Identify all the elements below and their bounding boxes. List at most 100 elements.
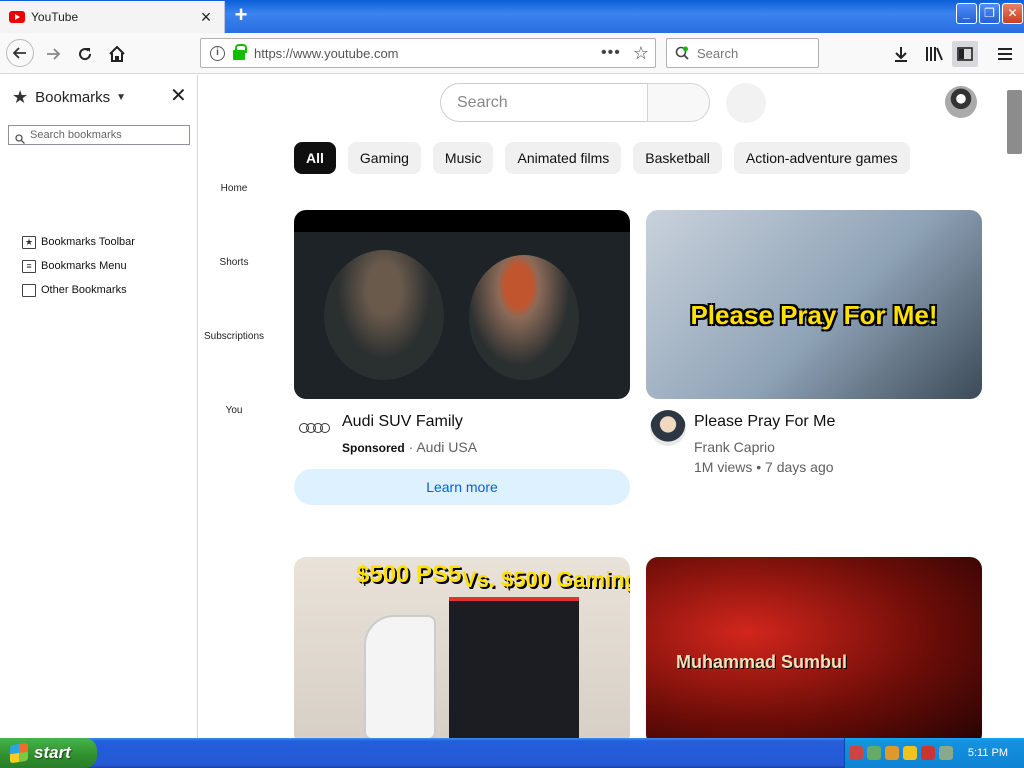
thumbnail-caption: Muhammad Sumbul	[676, 652, 848, 672]
rail-home[interactable]: Home	[199, 183, 269, 194]
bookmarks-search-input[interactable]	[30, 129, 180, 141]
volume-icon[interactable]	[939, 746, 953, 760]
rail-subscriptions[interactable]: Subscriptions	[199, 331, 269, 342]
account-avatar[interactable]	[945, 86, 977, 118]
browser-search-box[interactable]	[666, 38, 819, 68]
bookmark-item-other[interactable]: Other Bookmarks	[22, 282, 127, 298]
bookmark-item-menu[interactable]: ≡ Bookmarks Menu	[22, 258, 127, 274]
learn-more-button[interactable]: Learn more	[294, 469, 630, 505]
home-icon[interactable]	[104, 41, 130, 67]
sponsored-label: Sponsored	[342, 441, 405, 455]
rail-shorts[interactable]: Shorts	[199, 257, 269, 268]
network-icon[interactable]	[849, 746, 863, 760]
reload-icon[interactable]	[72, 41, 98, 67]
youtube-search-box[interactable]	[440, 83, 647, 122]
audi-logo-icon[interactable]	[298, 410, 334, 446]
browser-search-input[interactable]	[697, 45, 807, 61]
scrollbar-thumb[interactable]	[1007, 90, 1022, 154]
video-thumbnail[interactable]: Please Pray For Me!	[646, 210, 982, 399]
bookmark-star-icon[interactable]: ☆	[633, 43, 649, 64]
chip-animated-films[interactable]: Animated films	[505, 142, 622, 174]
search-icon	[15, 131, 25, 144]
bookmark-item-label: Bookmarks Toolbar	[41, 236, 135, 248]
video-thumbnail[interactable]: Muhammad Sumbul	[646, 557, 982, 738]
folder-icon	[22, 283, 36, 297]
guide-rail: Home Shorts Subscriptions You	[199, 75, 269, 738]
youtube-page: Home Shorts Subscriptions You All Gaming…	[199, 75, 1024, 738]
tab-youtube[interactable]: YouTube ×	[0, 1, 225, 33]
chevron-down-icon: ▼	[116, 91, 127, 103]
video-thumbnail[interactable]	[294, 210, 630, 399]
bookmark-item-label: Bookmarks Menu	[41, 260, 127, 272]
network-icon[interactable]	[867, 746, 881, 760]
maximize-button[interactable]: ❐	[979, 3, 1000, 24]
rail-you[interactable]: You	[199, 405, 269, 416]
navigation-toolbar: i https://www.youtube.com ••• ☆	[0, 33, 1024, 74]
system-tray: 5:11 PM	[844, 738, 1024, 768]
clock[interactable]: 5:11 PM	[968, 747, 1008, 759]
security-icon[interactable]	[885, 746, 899, 760]
channel-name[interactable]: Audi USA	[416, 439, 477, 455]
video-card: $500 PS5 Vs. $500 Gaming PC	[294, 557, 630, 738]
bookmarks-menu-icon: ≡	[22, 259, 36, 273]
sidebar-close-icon[interactable]: ✕	[170, 85, 187, 107]
bookmarks-sidebar: ★ Bookmarks ▼ ✕ ★ Bookmarks Toolbar ≡ Bo…	[0, 75, 198, 738]
video-card-ad: Audi SUV Family Sponsored · Audi USA Lea…	[294, 210, 630, 510]
start-label: start	[34, 743, 71, 762]
new-tab-icon[interactable]: +	[230, 4, 252, 27]
gaming-pc-shape	[449, 597, 579, 738]
thumbnail-caption: Please Pray For Me!	[690, 300, 938, 330]
bookmarks-star-icon: ★	[12, 86, 29, 107]
video-title[interactable]: Please Pray For Me	[694, 413, 835, 431]
page-actions-icon[interactable]: •••	[601, 44, 621, 62]
ps5-console-shape	[364, 615, 436, 738]
youtube-search-input[interactable]	[457, 93, 637, 112]
video-meta: Sponsored · Audi USA	[342, 439, 477, 455]
url-bar[interactable]: i https://www.youtube.com ••• ☆	[200, 38, 656, 68]
close-window-button[interactable]: ✕	[1002, 3, 1023, 24]
video-thumbnail[interactable]: $500 PS5 Vs. $500 Gaming PC	[294, 557, 630, 738]
thumbnail-caption: $500 PS5	[356, 561, 462, 588]
lock-icon	[233, 44, 247, 60]
channel-avatar[interactable]	[650, 410, 686, 446]
hamburger-menu-icon[interactable]	[992, 41, 1018, 67]
site-info-icon[interactable]: i	[210, 45, 225, 61]
video-stats: 1M views • 7 days ago	[694, 459, 834, 475]
chip-all[interactable]: All	[294, 142, 336, 174]
bookmarks-title: Bookmarks	[35, 88, 111, 106]
minimize-button[interactable]: _	[956, 3, 977, 24]
title-bar: YouTube × + _ ❐ ✕	[0, 0, 1024, 33]
bookmarks-search-box[interactable]	[8, 125, 190, 145]
back-icon[interactable]	[6, 39, 34, 67]
taskbar: start 5:11 PM	[0, 738, 1024, 768]
search-icon	[675, 46, 689, 60]
filter-chips: All Gaming Music Animated films Basketba…	[294, 142, 922, 174]
bookmarks-header[interactable]: ★ Bookmarks ▼	[12, 87, 126, 107]
thumbnail-caption: Vs. $500 Gaming PC	[462, 567, 630, 592]
video-title[interactable]: Audi SUV Family	[342, 413, 463, 431]
bookmark-item-label: Other Bookmarks	[41, 284, 127, 296]
tab-title: YouTube	[31, 10, 79, 24]
youtube-favicon-icon	[9, 11, 25, 23]
windows-logo-icon	[10, 742, 28, 764]
chip-music[interactable]: Music	[432, 142, 494, 174]
start-button[interactable]: start	[0, 738, 97, 768]
shield-icon[interactable]	[903, 746, 917, 760]
library-icon[interactable]	[921, 41, 947, 67]
url-text[interactable]: https://www.youtube.com	[254, 46, 601, 61]
bookmarks-toolbar-icon: ★	[22, 235, 36, 249]
chip-gaming[interactable]: Gaming	[347, 142, 421, 174]
download-icon[interactable]	[888, 41, 914, 67]
chip-basketball[interactable]: Basketball	[633, 142, 722, 174]
bookmark-item-toolbar[interactable]: ★ Bookmarks Toolbar	[22, 234, 135, 250]
forward-icon[interactable]	[40, 41, 66, 67]
chip-action-adventure-games[interactable]: Action-adventure games	[733, 142, 910, 174]
youtube-search-button[interactable]	[647, 83, 710, 122]
video-card: Please Pray For Me! Please Pray For Me F…	[646, 210, 982, 510]
video-card: Muhammad Sumbul	[646, 557, 982, 738]
tab-close-icon[interactable]: ×	[198, 8, 214, 26]
antivirus-icon[interactable]	[921, 746, 935, 760]
channel-name[interactable]: Frank Caprio	[694, 439, 775, 455]
sidebar-toggle-icon[interactable]	[952, 41, 978, 67]
voice-search-button[interactable]	[726, 83, 766, 123]
